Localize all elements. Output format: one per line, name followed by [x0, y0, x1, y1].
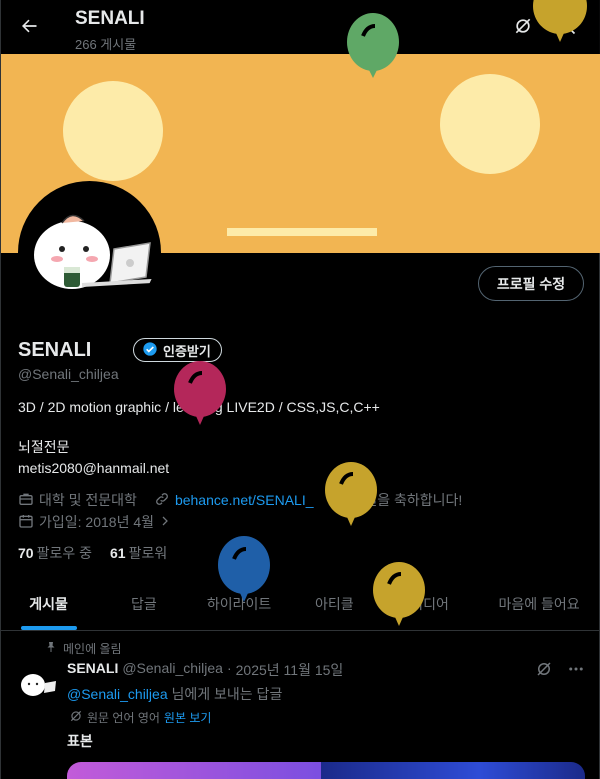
tab-articles[interactable]: 아티클: [287, 578, 382, 630]
reply-context: @Senali_chiljea 님에게 보내는 답글: [67, 684, 282, 704]
banner-circle: [440, 74, 540, 174]
birthday-balloon: [325, 462, 377, 526]
active-tab-indicator: [20, 626, 77, 630]
post-media[interactable]: [67, 762, 585, 779]
followers-count: 61: [110, 545, 126, 561]
briefcase-icon: [18, 491, 34, 510]
profile-meta: 대학 및 전문대학 behance.net/SENALI_ 생일을 축하합니다!: [18, 490, 474, 510]
banner-bar: [227, 228, 377, 236]
birthday-balloon: [174, 361, 226, 425]
followers-link[interactable]: 61 팔로워: [110, 543, 167, 563]
following-label: 팔로우 중: [36, 545, 92, 561]
follow-stats: 70 팔로우 중 61 팔로워: [18, 543, 167, 563]
reply-mention[interactable]: @Senali_chiljea: [67, 686, 168, 702]
birthday-balloon: [533, 0, 587, 42]
joined-row[interactable]: 가입일: 2018년 4월: [18, 512, 171, 532]
pin-icon: [45, 641, 57, 656]
post-author-handle[interactable]: @Senali_chiljea: [122, 660, 223, 680]
website-link[interactable]: behance.net/SENALI_: [175, 492, 314, 508]
following-count: 70: [18, 545, 34, 561]
profession-item: 대학 및 전문대학: [18, 490, 137, 510]
chevron-right-icon: [159, 514, 171, 530]
joined-text: 가입일: 2018년 4월: [39, 514, 154, 530]
grok-icon[interactable]: [535, 660, 553, 683]
tab-label: 답글: [130, 596, 157, 612]
tab-label: 마음에 들어요: [498, 596, 580, 612]
grok-icon: [513, 16, 533, 41]
bio-email: metis2080@hanmail.net: [18, 460, 170, 476]
reply-suffix: 님에게 보내는 답글: [171, 686, 283, 702]
post-date[interactable]: 2025년 11월 15일: [236, 660, 344, 680]
tab-likes[interactable]: 마음에 들어요: [477, 578, 600, 630]
avatar[interactable]: [18, 181, 161, 324]
top-bar: SENALI 266 게시물: [1, 0, 600, 54]
page-title: SENALI: [75, 8, 145, 29]
post-header: SENALI @Senali_chiljea · 2025년 11월 15일: [67, 660, 343, 680]
birthday-balloon: [347, 13, 399, 78]
post-text: 표본: [67, 733, 93, 749]
post-actions: [535, 660, 585, 683]
profession-text: 대학 및 전문대학: [39, 492, 137, 508]
verified-badge-icon: [142, 341, 158, 360]
media-image[interactable]: [67, 762, 321, 779]
bio-line: 뇌절전문: [18, 439, 70, 455]
show-original-link[interactable]: 원본 보기: [164, 709, 212, 726]
link-icon: [154, 491, 170, 510]
pinned-label: 메인에 올림: [63, 642, 122, 656]
birthday-balloon: [218, 536, 270, 602]
profile-handle: @Senali_chiljea: [18, 366, 119, 382]
followers-label: 팔로워: [128, 545, 168, 561]
banner-circle: [63, 81, 163, 181]
back-button[interactable]: [13, 12, 45, 44]
post-separator: ·: [226, 660, 232, 676]
following-link[interactable]: 70 팔로우 중: [18, 543, 92, 563]
website-item[interactable]: behance.net/SENALI_: [154, 491, 314, 510]
more-options-icon[interactable]: [567, 660, 585, 683]
tab-label: 아티클: [315, 596, 354, 612]
post-count: 266 게시물: [75, 37, 137, 52]
edit-profile-button[interactable]: 프로필 수정: [478, 266, 584, 301]
calendar-icon: [18, 513, 34, 532]
bio-extra: 뇌절전문 metis2080@hanmail.net: [18, 437, 169, 479]
birthday-balloon: [373, 562, 425, 626]
tab-posts[interactable]: 게시물: [1, 578, 96, 630]
tab-replies[interactable]: 답글: [96, 578, 191, 630]
profile-name: SENALI: [18, 339, 92, 361]
pinned-indicator: 메인에 올림: [45, 640, 122, 657]
profile-tabs: 게시물 답글 하이라이트 아티클 미디어 마음에 들어요: [1, 578, 600, 631]
tab-label: 게시물: [29, 596, 68, 612]
translate-icon: [69, 709, 83, 726]
translate-source: 원문 언어 영어: [87, 711, 160, 725]
media-image[interactable]: [321, 762, 585, 779]
arrow-left-icon: [19, 16, 39, 41]
profile-page: SENALI 266 게시물 프로필 수정 SENALI 인증받기 @Senal…: [0, 0, 600, 779]
avatar-illustration: [22, 185, 157, 320]
verify-label: 인증받기: [163, 343, 211, 359]
post-author-name[interactable]: SENALI: [67, 660, 118, 680]
post-author-avatar[interactable]: [18, 663, 58, 703]
translation-row: 원문 언어 영어 원본 보기: [69, 709, 211, 726]
